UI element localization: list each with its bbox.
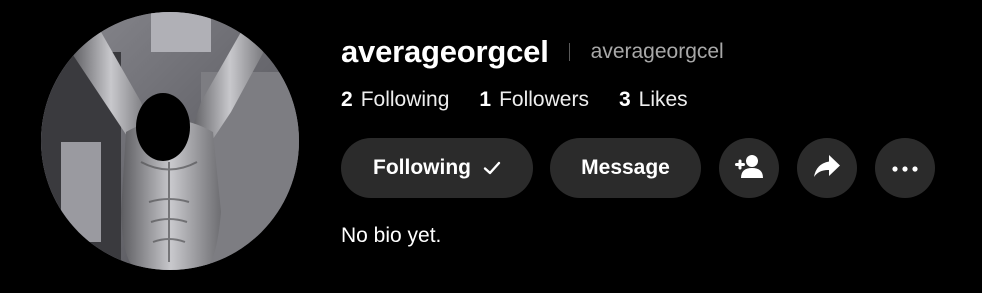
stat-likes: 3 Likes [619, 88, 688, 112]
name-divider [568, 43, 570, 61]
more-options-button[interactable] [875, 138, 935, 198]
more-dots-icon [892, 159, 918, 177]
username: averageorgcel [590, 40, 724, 63]
following-button-label: Following [373, 156, 471, 179]
followers-label: Followers [499, 88, 589, 111]
stat-following[interactable]: 2 Following [341, 88, 449, 112]
avatar-image [41, 12, 299, 270]
stats-row: 2 Following 1 Followers 3 Likes [341, 88, 688, 112]
profile-info: averageorgcel averageorgcel 2 Following … [341, 0, 982, 293]
name-row: averageorgcel averageorgcel [341, 34, 724, 70]
following-button[interactable]: Following [341, 138, 533, 198]
suggest-accounts-button[interactable] [719, 138, 779, 198]
display-name: averageorgcel [341, 34, 549, 69]
likes-count: 3 [618, 88, 631, 111]
following-label: Following [360, 88, 450, 111]
message-button[interactable]: Message [550, 138, 701, 198]
avatar[interactable] [41, 12, 299, 270]
likes-label: Likes [638, 88, 688, 111]
stat-followers[interactable]: 1 Followers [479, 88, 589, 112]
message-button-label: Message [581, 156, 670, 179]
action-buttons: Following Message [341, 138, 935, 198]
profile-bio: No bio yet. [341, 224, 442, 247]
add-user-icon [734, 153, 764, 184]
followers-count: 1 [479, 88, 492, 111]
share-button[interactable] [797, 138, 857, 198]
share-arrow-icon [813, 154, 841, 183]
check-icon [483, 161, 501, 175]
following-count: 2 [341, 88, 353, 111]
